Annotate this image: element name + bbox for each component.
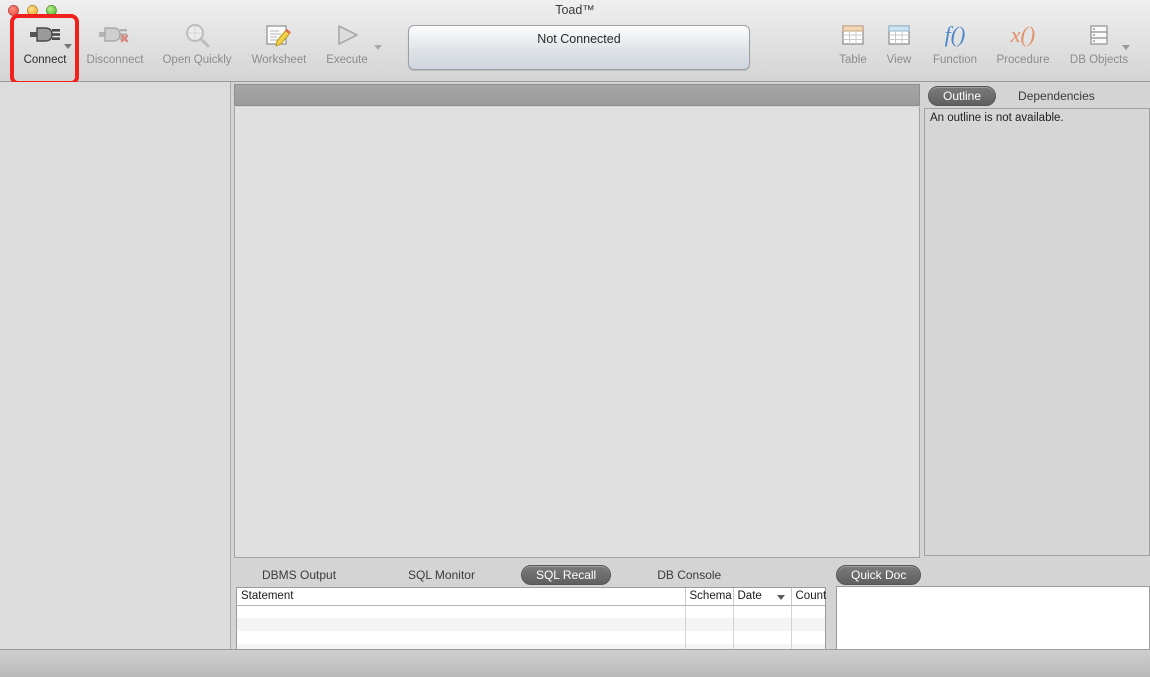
- toolbar-label-db-objects: DB Objects: [1069, 54, 1129, 66]
- toolbar-button-execute[interactable]: Execute: [308, 18, 386, 80]
- column-header-date[interactable]: Date: [733, 588, 792, 606]
- play-triangle-icon: [325, 18, 369, 52]
- table-row[interactable]: [237, 618, 825, 631]
- db-objects-dropdown-caret[interactable]: [1122, 45, 1130, 50]
- toolbar-label-worksheet: Worksheet: [251, 54, 307, 66]
- tab-dbms-output[interactable]: DBMS Output: [248, 566, 350, 584]
- toolbar-label-view: View: [886, 54, 912, 66]
- editor-tab-strip[interactable]: [234, 84, 920, 106]
- column-header-count[interactable]: Count: [791, 588, 826, 606]
- toolbar-button-open-quickly[interactable]: Open Quickly: [158, 18, 236, 80]
- table-row[interactable]: [237, 631, 825, 644]
- quick-doc-tabs: Quick Doc: [836, 564, 1146, 586]
- bottom-tabbed-panel: DBMS Output SQL Monitor SQL Recall DB Co…: [234, 563, 830, 677]
- navigator-panel[interactable]: [0, 82, 231, 649]
- plug-disconnect-icon: [93, 18, 137, 52]
- plug-connect-icon: [23, 18, 67, 52]
- toolbar-button-connect[interactable]: Connect: [6, 18, 84, 80]
- column-header-date-label: Date: [737, 590, 762, 603]
- title-bar: Toad™ Connect Disconnect Open Quickly Wo…: [0, 0, 1150, 85]
- toolbar-label-open-quickly: Open Quickly: [162, 54, 232, 66]
- toolbar-button-procedure[interactable]: x() Procedure: [984, 18, 1062, 80]
- tab-outline[interactable]: Outline: [928, 86, 997, 106]
- outline-panel-tabs: Outline Dependencies: [922, 86, 1148, 106]
- tab-sql-monitor[interactable]: SQL Monitor: [394, 566, 489, 584]
- outline-content[interactable]: An outline is not available.: [924, 108, 1150, 556]
- right-column: Outline Dependencies An outline is not a…: [836, 82, 1150, 677]
- toolbar-label-procedure: Procedure: [996, 54, 1050, 66]
- execute-dropdown-caret[interactable]: [374, 45, 382, 50]
- main-body: DBMS Output SQL Monitor SQL Recall DB Co…: [0, 82, 1150, 677]
- toolbar-label-execute: Execute: [326, 54, 368, 66]
- quick-doc-panel: Quick Doc: [832, 564, 1150, 677]
- toolbar-button-function[interactable]: f() Function: [916, 18, 994, 80]
- view-grid-icon: [877, 18, 921, 52]
- procedure-xfn-icon: x(): [1010, 22, 1036, 47]
- column-header-statement[interactable]: Statement: [237, 588, 686, 606]
- toolbar-label-connect: Connect: [23, 54, 67, 66]
- bottom-panel-tabs: DBMS Output SQL Monitor SQL Recall DB Co…: [234, 563, 830, 587]
- worksheet-pencil-icon: [257, 18, 301, 52]
- table-row[interactable]: [237, 605, 825, 618]
- tab-db-console[interactable]: DB Console: [643, 566, 735, 584]
- sort-descending-caret-icon[interactable]: [776, 595, 785, 601]
- tab-dependencies[interactable]: Dependencies: [1004, 87, 1109, 105]
- tab-sql-recall[interactable]: SQL Recall: [520, 565, 612, 585]
- connect-dropdown-caret[interactable]: [64, 44, 72, 49]
- toolbar-button-worksheet[interactable]: Worksheet: [240, 18, 318, 80]
- db-objects-icon: [1077, 18, 1121, 52]
- app-window: Toad™ Connect Disconnect Open Quickly Wo…: [0, 0, 1150, 677]
- status-strip: [0, 649, 1150, 677]
- toolbar-label-disconnect: Disconnect: [86, 54, 144, 66]
- editor-area[interactable]: [234, 107, 920, 558]
- column-header-schema[interactable]: Schema: [685, 588, 734, 606]
- tab-quick-doc[interactable]: Quick Doc: [836, 565, 922, 585]
- window-title: Toad™: [555, 3, 595, 17]
- connection-status-button[interactable]: Not Connected: [408, 25, 750, 70]
- magnifier-icon: [175, 18, 219, 52]
- connection-status-label: Not Connected: [537, 32, 621, 46]
- table-header-row: Statement Schema Date Count: [237, 588, 826, 606]
- toolbar-button-disconnect[interactable]: Disconnect: [76, 18, 154, 80]
- toolbar-label-function: Function: [932, 54, 978, 66]
- function-fx-icon: f(): [944, 22, 966, 47]
- outline-empty-message: An outline is not available.: [930, 112, 1064, 124]
- toolbar-button-db-objects[interactable]: DB Objects: [1060, 18, 1138, 80]
- center-column: DBMS Output SQL Monitor SQL Recall DB Co…: [232, 82, 922, 677]
